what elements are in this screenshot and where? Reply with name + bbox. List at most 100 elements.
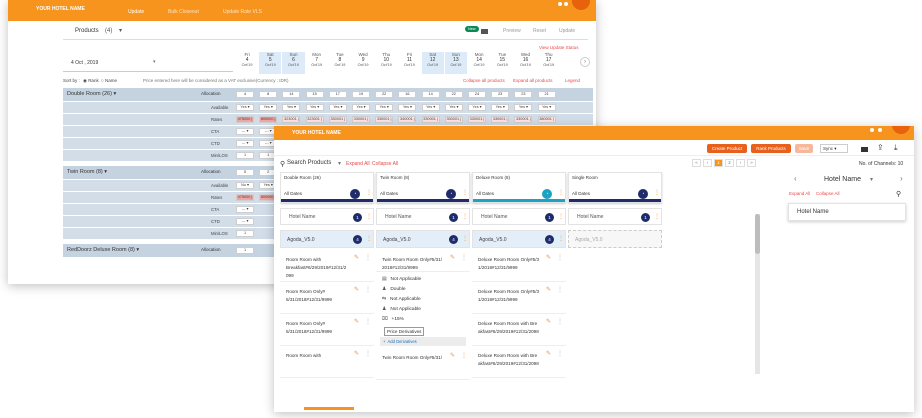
rate-plan-menu-icon[interactable]: ⋮ [557,350,563,357]
grid-cell[interactable]: 800000 | [259,116,278,123]
allocation-cell[interactable]: 19 [352,91,370,98]
edit-icon[interactable]: ✎ [450,352,455,359]
grid-cell[interactable]: Yes ▾ [236,104,254,111]
hotel-card[interactable]: Hotel Name 1 ⋮ [472,208,566,225]
rate-plan-menu-icon[interactable]: ⋮ [557,318,563,325]
panel-collapse-all-link[interactable]: Collapse All [816,191,840,196]
allocation-cell[interactable]: 14 [282,91,301,98]
grid-cell[interactable]: No ▾ [236,182,254,189]
edit-icon[interactable]: ✎ [354,254,359,261]
rate-plan-menu-icon[interactable]: ⋮ [461,254,467,261]
allocation-cell[interactable]: 15 [305,91,324,98]
room-card[interactable]: Single Room All Dates ◔ ⋮ [568,172,662,203]
nav-update-rate-vls[interactable]: Update Rate VLS [223,9,262,15]
grid-cell[interactable]: Yes ▾ [444,104,463,111]
page-button[interactable]: 1 [714,159,723,167]
room-card[interactable]: Twin Room (8) All Dates ◔ ⋮ [376,172,470,203]
page-button[interactable]: › [736,159,745,167]
rate-plan-menu-icon[interactable]: ⋮ [557,254,563,261]
view-update-status-link[interactable]: View Update Status [539,45,578,50]
grid-cell[interactable]: Yes ▾ [305,104,324,111]
rate-plan-card[interactable]: Twin Room Room Only#5/31/ ✎ ⋮ [376,350,470,380]
edit-icon[interactable]: ✎ [546,350,551,357]
create-product-button[interactable]: Create Product [707,144,747,153]
hotel-card[interactable]: Hotel Name 1 ⋮ [568,208,662,225]
rate-plan-card[interactable]: Room Room with Breakfast#6/29/2019#12/31… [280,252,374,282]
nav-bulk-closeout[interactable]: Bulk Closeout [168,9,199,15]
panel-next-icon[interactable]: › [900,174,903,183]
allocation-cell[interactable]: 8 [259,91,278,98]
grid-cell[interactable]: Yes ▾ [352,104,370,111]
rate-plan-card[interactable]: Room Room Only# 5/31/2018#12/31/9999 ✎ ⋮ [280,284,374,314]
date-selector[interactable]: 4 Oct , 2019 ▾ [63,52,233,72]
rank-products-button[interactable]: Rank Products [751,144,791,153]
settings-dot[interactable] [564,2,568,6]
notification-dot[interactable] [558,2,562,6]
hotel-card[interactable]: Hotel Name 1 ⋮ [280,208,374,225]
allocation-cell[interactable]: 14 [421,91,440,98]
search-dropdown-icon[interactable]: ▾ [338,160,341,167]
collapse-all-link[interactable]: Collapse All [372,161,398,167]
allocation-cell[interactable]: 17 [328,91,347,98]
room-channel-icon[interactable]: ◔ [350,189,360,199]
channel-card[interactable]: Agoda_V5.0 4 ⋮ [280,230,374,248]
hotel-menu-icon[interactable]: ⋮ [366,213,372,220]
grid-cell[interactable]: 330001 | [491,116,510,123]
room-menu-icon[interactable]: ⋮ [366,189,372,196]
rate-plan-menu-icon[interactable]: ⋮ [365,318,371,325]
channel-menu-icon[interactable]: ⋮ [462,235,468,242]
grid-cell[interactable]: Yes ▾ [259,104,278,111]
channel-card[interactable]: Agoda_V5.0 4 ⋮ [376,230,470,248]
edit-icon[interactable]: ✎ [546,318,551,325]
front-settings-dot[interactable] [878,128,882,132]
rate-plan-card[interactable]: Room Room Only# 5/31/2018#12/31/9999 ✎ ⋮ [280,316,374,346]
grid-cell[interactable]: --- ▾ [236,140,254,147]
allocation-cell[interactable]: 22 [375,91,394,98]
rate-plan-card[interactable]: Deluxe Room Room with Bre akfast#6/29/20… [472,348,566,378]
products-dropdown-icon[interactable]: ▾ [119,27,122,34]
grid-cell[interactable]: Yes ▾ [468,104,486,111]
grid-cell[interactable]: --- ▾ [236,128,254,135]
room-card[interactable]: Double Room (26) All Dates ◔ ⋮ [280,172,374,203]
edit-icon[interactable]: ✎ [354,318,359,325]
hotel-menu-icon[interactable]: ⋮ [558,213,564,220]
preview-button[interactable]: Preview [503,28,521,34]
front-user-avatar[interactable] [892,126,910,134]
upload-icon[interactable]: ⇪ [877,143,884,152]
channel-card[interactable]: Agoda_V5.0 [568,230,662,248]
expand-all-link[interactable]: Expand All [346,161,370,167]
video-call-icon[interactable] [861,147,868,152]
panel-title[interactable]: Hotel Name [824,176,861,183]
allocation-cell[interactable]: 23 [514,91,533,98]
room-channel-icon[interactable]: ◔ [446,189,456,199]
grid-cell[interactable]: Yes ▾ [375,104,394,111]
sort-name-radio[interactable]: ○ Name [101,78,117,83]
grid-cell[interactable]: 330001 | [328,116,347,123]
allocation-cell[interactable]: 16 [398,91,417,98]
grid-cell[interactable]: 330001 | [352,116,370,123]
hotel-menu-icon[interactable]: ⋮ [462,213,468,220]
rate-plan-card[interactable]: Twin Room Room Only#5/31/ 2018#12/31/999… [376,252,470,272]
grid-cell[interactable]: 340001 | [398,116,417,123]
panel-expand-all-link[interactable]: Expand All [789,191,810,196]
rate-plan-menu-icon[interactable]: ⋮ [365,350,371,357]
grid-cell[interactable]: Yes ▾ [328,104,347,111]
grid-cell[interactable]: Yes ▾ [282,104,301,111]
video-icon[interactable] [481,29,488,34]
rate-plan-menu-icon[interactable]: ⋮ [461,352,467,359]
expand-all-products-link[interactable]: Expand all products [513,78,553,83]
panel-title-dropdown-icon[interactable]: ▾ [870,176,873,183]
grid-cell[interactable]: 1 [236,230,254,237]
grid-cell[interactable]: 1 [236,152,254,159]
user-avatar[interactable] [572,0,590,10]
allocation-cell[interactable]: 23 [491,91,510,98]
room-header-row[interactable]: Double Room (26) ▾ Allocation 4 8 14 15 17 19 22… [63,88,593,101]
update-button[interactable]: Update [559,28,575,34]
edit-icon[interactable]: ✎ [354,350,359,357]
reset-button[interactable]: Reset [533,28,546,34]
grid-cell[interactable]: 330001 | [444,116,463,123]
rate-plan-card[interactable]: Room Room with ✎ ⋮ [280,348,374,378]
download-icon[interactable]: ⤓ [894,143,898,153]
grid-cell[interactable]: 323001 | [305,116,324,123]
grid-cell[interactable]: Yes ▾ [491,104,510,111]
